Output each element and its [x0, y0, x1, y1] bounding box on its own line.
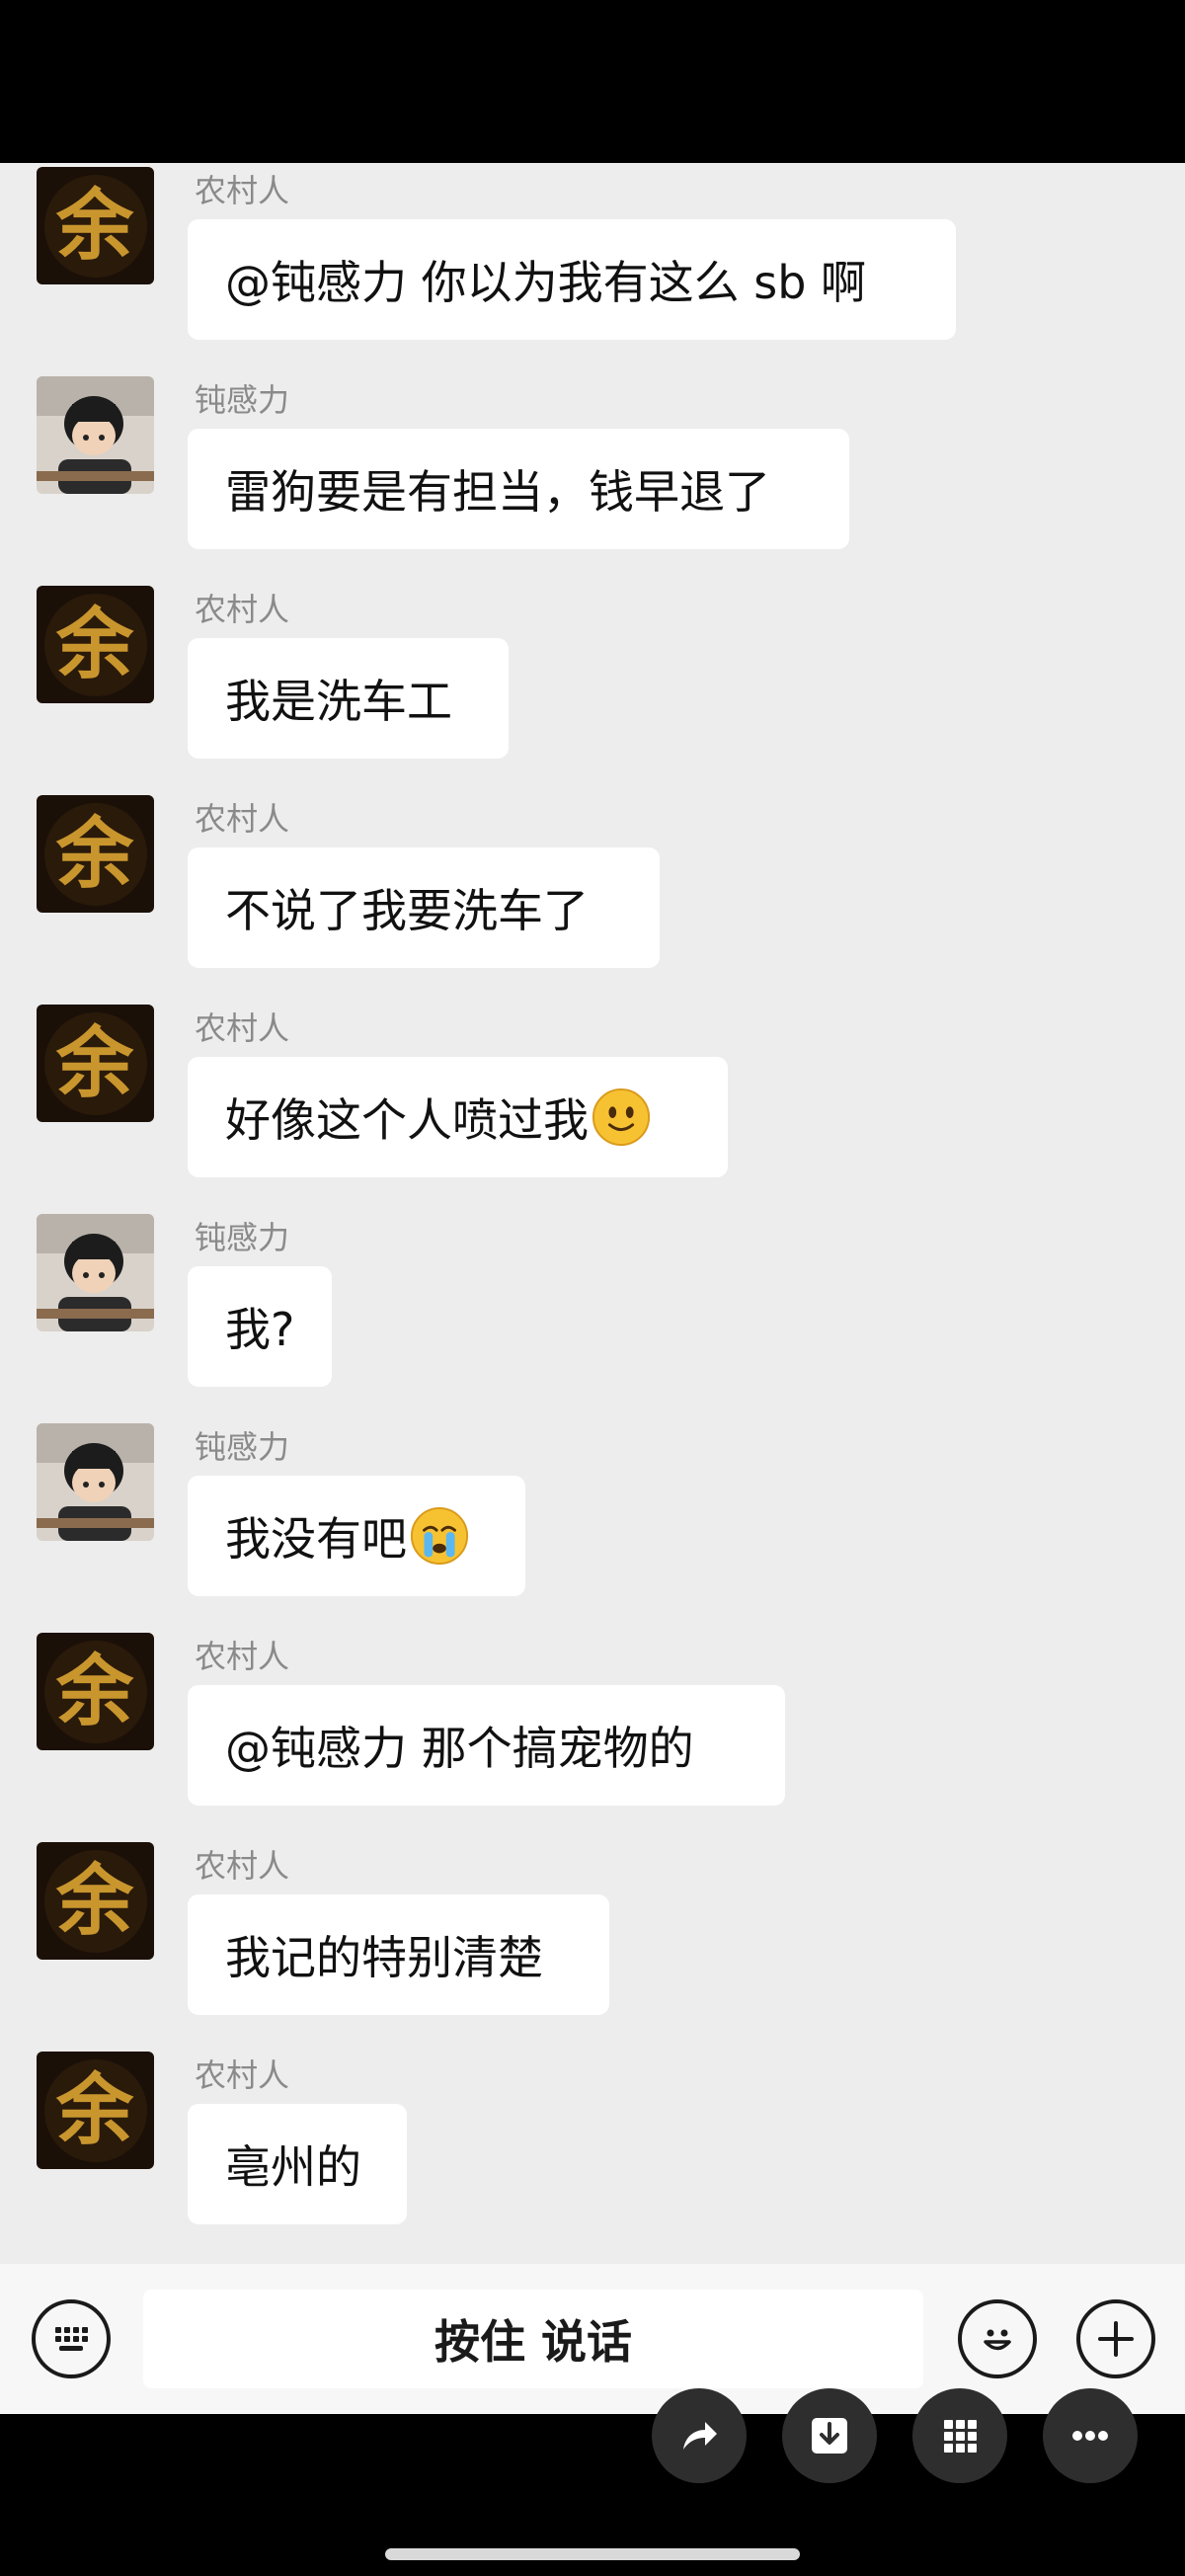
sender-name: 农村人: [195, 1009, 290, 1047]
message-row: 余 农村人 亳州的: [0, 2048, 1185, 2257]
keyboard-icon[interactable]: [32, 2299, 111, 2378]
message-bubble[interactable]: 我是洗车工: [188, 638, 509, 759]
message-text: 不说了我要洗车了: [225, 884, 589, 937]
message-bubble[interactable]: 我?: [188, 1266, 332, 1387]
sender-name: 钝感力: [195, 1219, 290, 1256]
message-text: 雷狗要是有担当，钱早退了: [225, 465, 770, 519]
message-bubble[interactable]: @钝感力 你以为我有这么 sb 啊: [188, 219, 956, 340]
message-text: 我?: [225, 1303, 295, 1356]
message-bubble[interactable]: 亳州的: [188, 2104, 407, 2224]
more-icon[interactable]: [1043, 2388, 1138, 2483]
hold-to-talk-button[interactable]: 按住 说话: [143, 2290, 923, 2388]
message-text: 好像这个人喷过我: [225, 1093, 589, 1147]
avatar-nongcunren[interactable]: 余: [37, 1633, 154, 1750]
sender-name: 农村人: [195, 2056, 290, 2094]
sender-name: 钝感力: [195, 381, 290, 419]
message-text: 我是洗车工: [225, 675, 452, 728]
svg-text:余: 余: [55, 181, 134, 271]
chat-message-list[interactable]: 余 农村人 @钝感力 你以为我有这么 sb 啊 钝感力 雷狗要是有担当，钱早退了…: [0, 163, 1185, 2264]
message-bubble[interactable]: 好像这个人喷过我: [188, 1057, 728, 1177]
message-text: @钝感力 你以为我有这么 sb 啊: [225, 256, 867, 309]
plus-icon[interactable]: [1076, 2299, 1155, 2378]
avatar-nongcunren[interactable]: 余: [37, 1005, 154, 1122]
message-row: 余 农村人 我是洗车工: [0, 582, 1185, 791]
message-row: 余 农村人 @钝感力 那个搞宠物的: [0, 1629, 1185, 1838]
chat-input-bar: 按住 说话: [0, 2264, 1185, 2414]
svg-text:余: 余: [55, 600, 134, 689]
message-bubble[interactable]: 我没有吧: [188, 1476, 525, 1596]
message-text: 我没有吧: [225, 1512, 407, 1566]
share-icon[interactable]: [652, 2388, 747, 2483]
message-row: 余 农村人 好像这个人喷过我: [0, 1001, 1185, 1210]
svg-text:余: 余: [55, 2065, 134, 2155]
message-row: 余 农村人 我记的特别清楚: [0, 1838, 1185, 2048]
sender-name: 农村人: [195, 591, 290, 628]
message-text: 亳州的: [225, 2140, 361, 2194]
top-black-band: [0, 0, 1185, 163]
grid-icon[interactable]: [912, 2388, 1007, 2483]
avatar-nongcunren[interactable]: 余: [37, 795, 154, 913]
svg-text:余: 余: [55, 1647, 134, 1736]
message-row: 余 农村人 不说了我要洗车了: [0, 791, 1185, 1001]
svg-text:余: 余: [55, 1018, 134, 1108]
message-bubble[interactable]: 我记的特别清楚: [188, 1894, 609, 2015]
avatar-nongcunren[interactable]: 余: [37, 586, 154, 703]
avatar-dunganli[interactable]: [37, 1423, 154, 1541]
smile-emoji-icon: [592, 1087, 651, 1147]
message-bubble[interactable]: @钝感力 那个搞宠物的: [188, 1685, 785, 1806]
avatar-dunganli[interactable]: [37, 376, 154, 494]
sender-name: 农村人: [195, 1847, 290, 1885]
message-row: 余 农村人 @钝感力 你以为我有这么 sb 啊: [0, 163, 1185, 372]
message-bubble[interactable]: 不说了我要洗车了: [188, 847, 660, 968]
sender-name: 农村人: [195, 1638, 290, 1675]
crying-emoji-icon: [410, 1506, 469, 1566]
sender-name: 钝感力: [195, 1428, 290, 1466]
avatar-dunganli[interactable]: [37, 1214, 154, 1331]
message-row: 钝感力 我?: [0, 1210, 1185, 1419]
svg-text:余: 余: [55, 1856, 134, 1946]
avatar-nongcunren[interactable]: 余: [37, 1842, 154, 1960]
message-text: @钝感力 那个搞宠物的: [225, 1722, 694, 1775]
message-bubble[interactable]: 雷狗要是有担当，钱早退了: [188, 429, 849, 549]
emoji-icon[interactable]: [958, 2299, 1037, 2378]
avatar-nongcunren[interactable]: 余: [37, 167, 154, 284]
home-indicator[interactable]: [385, 2548, 800, 2560]
sender-name: 农村人: [195, 800, 290, 838]
svg-text:余: 余: [55, 809, 134, 899]
download-icon[interactable]: [782, 2388, 877, 2483]
avatar-nongcunren[interactable]: 余: [37, 2052, 154, 2169]
message-row: 钝感力 雷狗要是有担当，钱早退了: [0, 372, 1185, 582]
sender-name: 农村人: [195, 172, 290, 209]
message-text: 我记的特别清楚: [225, 1931, 543, 1984]
message-row: 钝感力 我没有吧: [0, 1419, 1185, 1629]
